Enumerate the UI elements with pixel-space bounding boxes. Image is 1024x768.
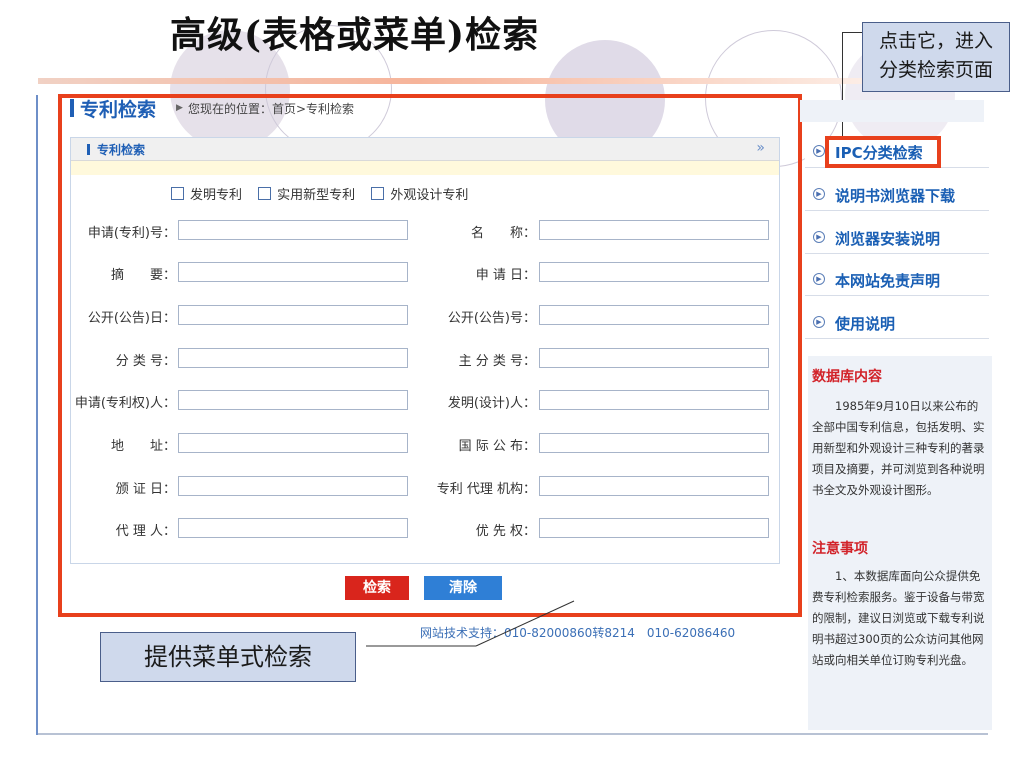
db-content-title: 数据库内容 <box>812 369 882 385</box>
sidebar-item-label: 浏览器安装说明 <box>835 230 941 248</box>
notice-title: 注意事项 <box>812 541 868 557</box>
arrow-circle-icon: ▶ <box>813 231 825 243</box>
sidebar-item-label: 使用说明 <box>835 315 896 333</box>
sidebar-item-0[interactable]: ▶ IPC分类检索 <box>805 137 989 168</box>
arrow-circle-icon: ▶ <box>813 145 825 157</box>
db-content-text: 1985年9月10日以来公布的全部中国专利信息，包括发明、实用新型和外观设计三种… <box>812 399 985 497</box>
sidebar-item-label: 本网站免责声明 <box>835 272 941 290</box>
sidebar-item-1[interactable]: ▶ 说明书浏览器下载 <box>805 180 989 211</box>
info-box: 数据库内容 1985年9月10日以来公布的全部中国专利信息，包括发明、实用新型和… <box>808 356 992 730</box>
arrow-circle-icon: ▶ <box>813 273 825 285</box>
arrow-circle-icon: ▶ <box>813 188 825 200</box>
callout-leader-line <box>475 600 575 647</box>
notice-text: 1、本数据库面向公众提供免费专利检索服务。鉴于设备与带宽的限制，建议日浏览或下载… <box>812 569 985 667</box>
sidebar-item-label: IPC分类检索 <box>835 144 923 162</box>
sidebar-item-2[interactable]: ▶ 浏览器安装说明 <box>805 223 989 254</box>
callout-menu-search: 提供菜单式检索 <box>100 632 356 682</box>
sidebar-item-4[interactable]: ▶ 使用说明 <box>805 308 989 339</box>
sidebar-item-label: 说明书浏览器下载 <box>835 187 956 205</box>
sidebar-top-strip <box>800 100 984 122</box>
arrow-circle-icon: ▶ <box>813 316 825 328</box>
sidebar-item-3[interactable]: ▶ 本网站免责声明 <box>805 265 989 296</box>
